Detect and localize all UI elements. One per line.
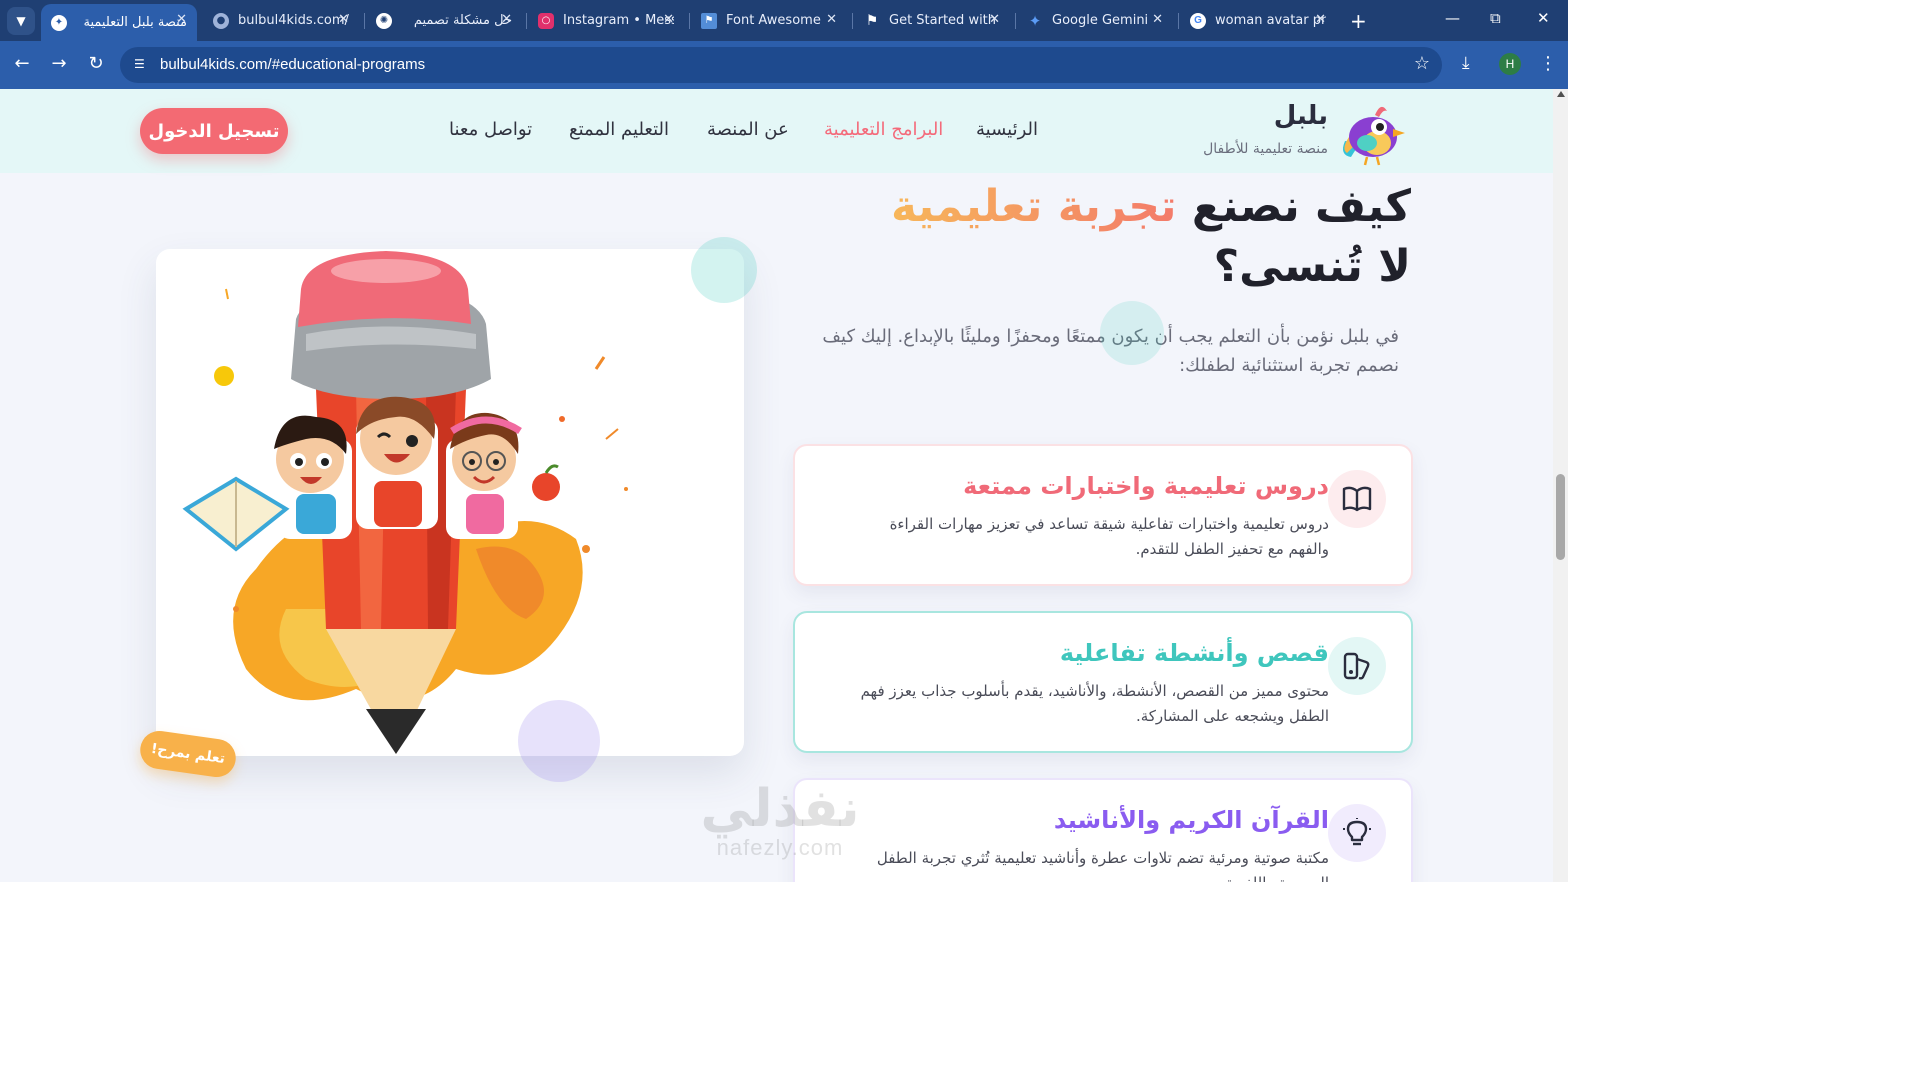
page-viewport: بلبل منصة تعليمية للأطفال الرئيسية البرا… — [0, 89, 1553, 882]
tab-separator — [689, 13, 690, 29]
chevron-down-icon: ▼ — [16, 14, 26, 28]
instagram-icon: ○ — [538, 12, 554, 29]
brand-name[interactable]: بلبل — [1274, 101, 1328, 131]
browser-tab[interactable]: ✺ حل مشكلة تصميم ✕ — [366, 4, 522, 37]
watermark-arabic: نفذلي — [700, 779, 860, 839]
globe-icon: ● — [213, 12, 229, 29]
tab-separator — [1178, 13, 1179, 29]
download-icon[interactable]: ⤓ — [1462, 53, 1470, 73]
tab-separator — [526, 13, 527, 29]
browser-tab[interactable]: ○ Instagram • Mess ✕ — [528, 4, 684, 37]
close-icon[interactable]: ✕ — [989, 12, 1000, 27]
brand-tagline: منصة تعليمية للأطفال — [1203, 141, 1328, 157]
feature-card[interactable]: دروس تعليمية واختبارات ممتعة دروس تعليمي… — [793, 444, 1413, 586]
bulbul-bird-icon: ✦ — [51, 14, 67, 31]
url-text[interactable]: bulbul4kids.com/#educational-programs — [160, 56, 425, 73]
tab-separator — [1015, 13, 1016, 29]
site-header: بلبل منصة تعليمية للأطفال الرئيسية البرا… — [0, 89, 1553, 173]
kebab-menu-icon[interactable]: ⋮ — [1539, 53, 1557, 74]
decorative-circle — [518, 700, 600, 782]
illustration-card — [156, 249, 744, 756]
tab-separator — [364, 13, 365, 29]
section-description: في بلبل نؤمن بأن التعلم يجب أن يكون ممتع… — [822, 326, 1399, 376]
browser-tab[interactable]: ✦ منصة بلبل التعليمية ✕ — [41, 4, 197, 41]
watermark: نفذلي nafezly.com — [670, 779, 890, 861]
heading-highlight: تجربة تعليمية — [890, 181, 1177, 232]
scrollbar-thumb[interactable] — [1556, 474, 1565, 560]
tab-title: bulbul4kids.com/ — [238, 13, 349, 28]
bulbul-bird-logo-icon[interactable] — [1337, 97, 1407, 167]
decorative-circle — [691, 237, 757, 303]
forward-arrow-icon[interactable]: → — [47, 53, 71, 74]
gemini-icon: ✦ — [1028, 11, 1042, 30]
reload-icon[interactable]: ↻ — [84, 53, 108, 74]
restore-icon[interactable]: ⧉ — [1490, 9, 1501, 27]
browser-tab[interactable]: ⚑ Get Started with ✕ — [854, 4, 1010, 37]
browser-tab[interactable]: G woman avatar pn ✕ — [1180, 4, 1336, 37]
nav-link-home[interactable]: الرئيسية — [976, 119, 1038, 140]
profile-avatar[interactable]: H — [1499, 53, 1521, 75]
browser-tab-strip: ▼ ✦ منصة بلبل التعليمية ✕ ● bulbul4kids.… — [0, 0, 1568, 41]
address-bar[interactable]: ☰ bulbul4kids.com/#educational-programs … — [120, 47, 1442, 83]
decorative-circle — [1100, 301, 1164, 365]
browser-tab[interactable]: ● bulbul4kids.com/ ✕ — [203, 4, 359, 37]
nav-link-educational-programs[interactable]: البرامج التعليمية — [824, 119, 943, 140]
close-icon[interactable]: ✕ — [501, 12, 512, 27]
tab-search-button[interactable]: ▼ — [7, 7, 35, 35]
close-icon[interactable]: ✕ — [338, 12, 349, 27]
minimize-icon[interactable]: — — [1445, 9, 1460, 27]
palette-icon — [1328, 637, 1386, 695]
feature-description: دروس تعليمية واختبارات تفاعلية شيقة تساع… — [889, 515, 1329, 558]
nav-link-contact[interactable]: تواصل معنا — [449, 119, 532, 140]
close-icon[interactable]: ✕ — [176, 12, 187, 27]
feature-description: محتوى مميز من القصص، الأنشطة، والأناشيد،… — [860, 682, 1329, 725]
window-close-icon[interactable]: ✕ — [1537, 9, 1550, 27]
browser-toolbar: ← → ↻ ☰ bulbul4kids.com/#educational-pro… — [0, 41, 1568, 89]
close-icon[interactable]: ✕ — [1315, 12, 1326, 27]
heading-part-1: كيف نصنع — [1176, 181, 1411, 232]
tab-separator — [852, 13, 853, 29]
tab-title: Instagram • Mess — [563, 13, 674, 28]
nav-link-about[interactable]: عن المنصة — [707, 119, 789, 140]
browser-tab[interactable]: ✦ Google Gemini ✕ — [1017, 4, 1173, 37]
scroll-up-arrow-icon[interactable] — [1557, 91, 1565, 97]
tab-title: woman avatar pn — [1215, 13, 1326, 28]
feature-description: مكتبة صوتية ومرئية تضم تلاوات عطرة وأناش… — [876, 849, 1329, 882]
book-open-icon — [1328, 470, 1386, 528]
back-arrow-icon[interactable]: ← — [10, 53, 34, 74]
tab-title: منصة بلبل التعليمية — [83, 15, 188, 30]
feature-title: دروس تعليمية واختبارات ممتعة — [963, 472, 1329, 500]
close-icon[interactable]: ✕ — [1152, 12, 1163, 27]
feature-title: القرآن الكريم والأناشيد — [1053, 806, 1329, 834]
close-icon[interactable]: ✕ — [826, 12, 837, 27]
feature-card[interactable]: قصص وأنشطة تفاعلية محتوى مميز من القصص، … — [793, 611, 1413, 753]
kids-pencil-illustration — [182, 251, 628, 754]
bookmark-star-icon[interactable]: ☆ — [1414, 53, 1430, 74]
browser-tab[interactable]: ⚑ Font Awesome ✕ — [691, 4, 847, 37]
new-tab-plus-icon[interactable]: + — [1350, 9, 1367, 33]
tab-title: Font Awesome — [726, 13, 821, 28]
section-heading: كيف نصنع تجربة تعليمية لا تُنسى؟ — [791, 177, 1411, 297]
chatgpt-icon: ✺ — [376, 12, 392, 29]
page-scrollbar[interactable] — [1553, 89, 1568, 882]
flag-icon: ⚑ — [865, 12, 879, 29]
lightbulb-icon — [1328, 804, 1386, 862]
feature-title: قصص وأنشطة تفاعلية — [1059, 639, 1329, 667]
tab-title: Get Started with — [889, 13, 997, 28]
google-icon: G — [1190, 12, 1206, 29]
tab-title: حل مشكلة تصميم — [413, 13, 512, 28]
font-awesome-flag-icon: ⚑ — [701, 12, 717, 29]
heading-part-2: لا تُنسى؟ — [1213, 241, 1411, 292]
nav-link-fun-learning[interactable]: التعليم الممتع — [569, 119, 669, 140]
site-info-icon[interactable]: ☰ — [134, 57, 150, 73]
tab-title: Google Gemini — [1052, 13, 1149, 28]
close-icon[interactable]: ✕ — [663, 12, 674, 27]
login-button[interactable]: تسجيل الدخول — [140, 108, 288, 154]
